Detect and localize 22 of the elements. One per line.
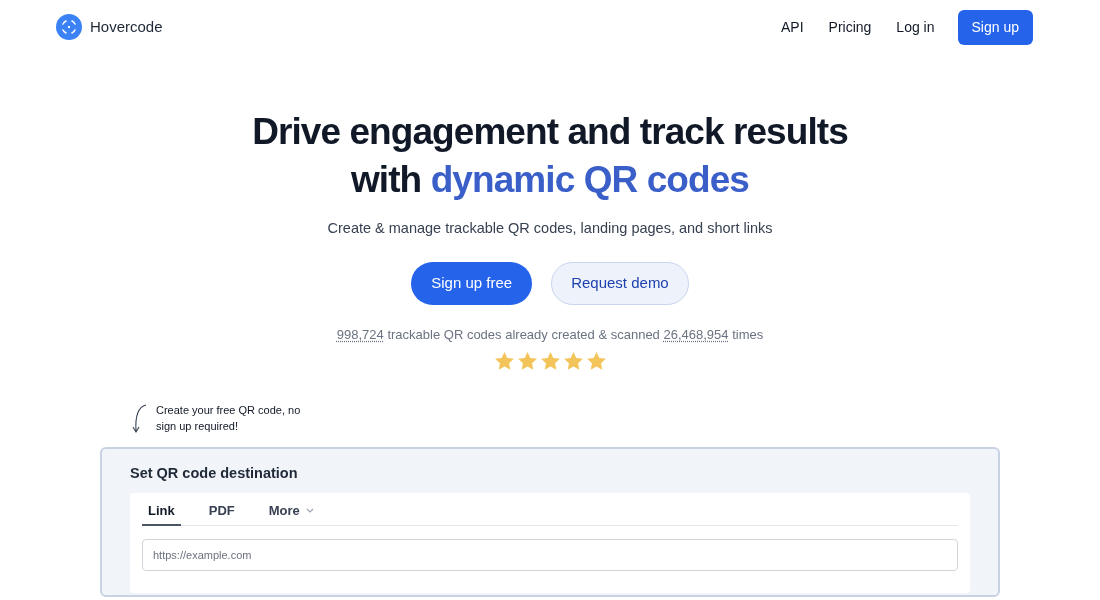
logo-icon xyxy=(56,14,82,40)
sign-up-button[interactable]: Sign up xyxy=(957,9,1033,45)
hero-title: Drive engagement and track results with dynamic QR codes xyxy=(252,110,848,202)
nav-link[interactable]: Log in xyxy=(896,16,935,38)
request-demo-button[interactable]: Request demo xyxy=(551,261,689,305)
form-tab[interactable]: PDF xyxy=(202,501,241,526)
panel-title: Set QR code destination xyxy=(130,464,299,484)
sign-up-free-button[interactable]: Sign up free xyxy=(411,261,533,305)
nav-link[interactable]: Pricing xyxy=(828,16,872,38)
star-icon xyxy=(494,352,514,371)
star-icon xyxy=(586,352,606,371)
url-input-field[interactable]: https://example.com xyxy=(142,538,958,571)
star-icon xyxy=(540,352,560,371)
star-icon xyxy=(563,352,583,371)
star-icon xyxy=(517,352,537,371)
nav-link[interactable]: API xyxy=(781,16,804,38)
form-tab[interactable]: More xyxy=(262,501,320,526)
brand-name[interactable]: Hovercode xyxy=(90,15,163,39)
usage-stats-text: 998,724 trackable QR codes already created & scanned 26,468,954 times xyxy=(336,325,764,344)
form-tab[interactable]: Link xyxy=(142,501,181,526)
hint-note: Create your free QR code, no sign up required! xyxy=(156,403,302,435)
hero-subtitle: Create & manage trackable QR codes, landing pages, and short links xyxy=(327,219,773,238)
